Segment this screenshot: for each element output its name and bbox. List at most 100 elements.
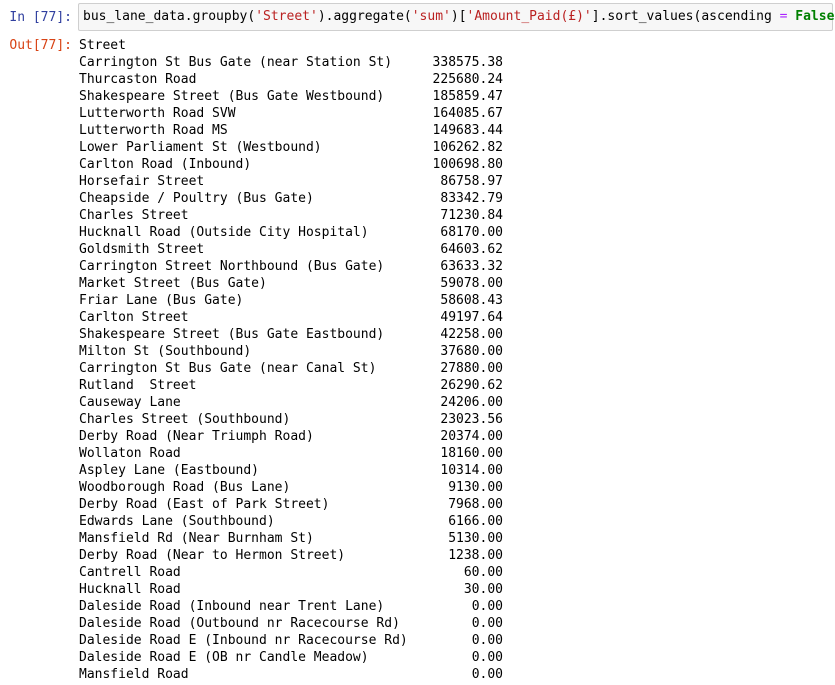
series-row: Mansfield Rd (Near Burnham St) 5130.00	[79, 530, 503, 547]
amount-value: 0.00	[471, 599, 503, 614]
amount-value: 27880.00	[440, 361, 503, 376]
code-token: bus_lane_data.groupby(	[83, 9, 256, 24]
street-label: Derby Road (Near Triumph Road)	[79, 429, 314, 444]
amount-value: 37680.00	[440, 344, 503, 359]
amount-value: 164085.67	[432, 106, 503, 121]
street-label: Carrington Street Northbound (Bus Gate)	[79, 259, 385, 274]
series-row: Mansfield Road 0.00	[79, 666, 503, 683]
street-label: Goldsmith Street	[79, 242, 205, 257]
amount-value: 225680.24	[432, 72, 503, 87]
series-row: Milton St (Southbound) 37680.00	[79, 343, 503, 360]
amount-value: 1238.00	[448, 548, 503, 563]
street-label: Carrington St Bus Gate (near Station St)	[79, 55, 393, 70]
street-label: Causeway Lane	[79, 395, 181, 410]
input-prompt: In [77]:	[9, 10, 72, 25]
amount-value: 86758.97	[440, 174, 503, 189]
code-token: ].sort_values(ascending	[591, 9, 780, 24]
series-row: Rutland Street 26290.62	[79, 377, 503, 394]
amount-value: 6166.00	[448, 514, 503, 529]
code-token: ).aggregate(	[317, 9, 412, 24]
amount-value: 64603.62	[440, 242, 503, 257]
street-label: Wollaton Road	[79, 446, 181, 461]
amount-value: 68170.00	[440, 225, 503, 240]
series-row: Causeway Lane 24206.00	[79, 394, 503, 411]
series-row: Daleside Road (Inbound near Trent Lane) 0…	[79, 598, 503, 615]
street-label: Charles Street (Southbound)	[79, 412, 291, 427]
amount-value: 59078.00	[440, 276, 503, 291]
amount-value: 0.00	[471, 650, 503, 665]
series-row: Carrington Street Northbound (Bus Gate) 6…	[79, 258, 503, 275]
street-label: Lutterworth Road MS	[79, 123, 228, 138]
code-token: 'Amount_Paid(£)'	[466, 9, 592, 24]
series-row: Aspley Lane (Eastbound) 10314.00	[79, 462, 503, 479]
amount-value: 71230.84	[440, 208, 503, 223]
amount-value: 185859.47	[432, 89, 503, 104]
street-label: Rutland Street	[79, 378, 197, 393]
amount-value: 9130.00	[448, 480, 503, 495]
street-label: Market Street (Bus Gate)	[79, 276, 267, 291]
series-row: Lower Parliament St (Westbound) 106262.82	[79, 139, 503, 156]
amount-value: 149683.44	[432, 123, 503, 138]
amount-value: 338575.38	[432, 55, 503, 70]
amount-value: 60.00	[463, 565, 503, 580]
code-editor[interactable]: bus_lane_data.groupby('Street').aggregat…	[78, 3, 835, 31]
street-label: Derby Road (Near to Hermon Street)	[79, 548, 346, 563]
series-row: Horsefair Street 86758.97	[79, 173, 503, 190]
series-row: Lutterworth Road SVW 164085.67	[79, 105, 503, 122]
amount-value: 10314.00	[440, 463, 503, 478]
street-label: Lower Parliament St (Westbound)	[79, 140, 322, 155]
street-label: Aspley Lane (Eastbound)	[79, 463, 260, 478]
street-label: Mansfield Road	[79, 667, 189, 682]
street-label: Derby Road (East of Park Street)	[79, 497, 330, 512]
amount-value: 24206.00	[440, 395, 503, 410]
street-label: Carrington St Bus Gate (near Canal St)	[79, 361, 377, 376]
series-row: Derby Road (Near Triumph Road) 20374.00	[79, 428, 503, 445]
amount-value: 49197.64	[440, 310, 503, 325]
series-row: Cheapside / Poultry (Bus Gate) 83342.79	[79, 190, 503, 207]
amount-value: 0.00	[471, 633, 503, 648]
amount-value: 100698.80	[432, 157, 503, 172]
series-row: Carrington St Bus Gate (near Canal St) 27…	[79, 360, 503, 377]
street-label: Friar Lane (Bus Gate)	[79, 293, 244, 308]
series-row: Friar Lane (Bus Gate) 58608.43	[79, 292, 503, 309]
street-label: Edwards Lane (Southbound)	[79, 514, 275, 529]
street-label: Hucknall Road	[79, 582, 181, 597]
series-row: Edwards Lane (Southbound) 6166.00	[79, 513, 503, 530]
street-label: Cheapside / Poultry (Bus Gate)	[79, 191, 314, 206]
code-token: )[	[450, 9, 467, 24]
series-row: Wollaton Road 18160.00	[79, 445, 503, 462]
street-label: Mansfield Rd (Near Burnham St)	[79, 531, 314, 546]
street-label: Shakespeare Street (Bus Gate Eastbound)	[79, 327, 385, 342]
series-row: Charles Street 71230.84	[79, 207, 503, 224]
street-label: Horsefair Street	[79, 174, 205, 189]
street-label: Daleside Road (Inbound near Trent Lane)	[79, 599, 385, 614]
series-row: Carlton Road (Inbound) 100698.80	[79, 156, 503, 173]
street-label: Charles Street	[79, 208, 189, 223]
amount-value: 0.00	[471, 667, 503, 682]
amount-value: 58608.43	[440, 293, 503, 308]
series-row: Woodborough Road (Bus Lane) 9130.00	[79, 479, 503, 496]
output-prompt: Out[77]:	[9, 38, 72, 53]
street-label: Lutterworth Road SVW	[79, 106, 236, 121]
series-row: Charles Street (Southbound) 23023.56	[79, 411, 503, 428]
amount-value: 20374.00	[440, 429, 503, 444]
series-row: Daleside Road E (Inbound nr Racecourse R…	[79, 632, 503, 649]
code-token: 'sum'	[411, 9, 451, 24]
series-row: Cantrell Road 60.00	[79, 564, 503, 581]
code-token: 'Street'	[255, 9, 318, 24]
street-label: Shakespeare Street (Bus Gate Westbound)	[79, 89, 385, 104]
input-cell[interactable]: In [77]: bus_lane_data.groupby('Street')…	[0, 3, 835, 31]
street-label: Carlton Street	[79, 310, 189, 325]
series-row: Hucknall Road (Outside City Hospital) 681…	[79, 224, 503, 241]
series-row: Thurcaston Road 225680.24	[79, 71, 503, 88]
amount-value: 30.00	[463, 582, 503, 597]
street-label: Hucknall Road (Outside City Hospital)	[79, 225, 369, 240]
series-row: Hucknall Road 30.00	[79, 581, 503, 598]
index-name: Street	[79, 38, 126, 53]
amount-value: 106262.82	[432, 140, 503, 155]
amount-value: 42258.00	[440, 327, 503, 342]
street-label: Cantrell Road	[79, 565, 181, 580]
series-rows: Carrington St Bus Gate (near Station St)…	[79, 54, 503, 683]
amount-value: 23023.56	[440, 412, 503, 427]
series-row: Derby Road (East of Park Street) 7968.00	[79, 496, 503, 513]
